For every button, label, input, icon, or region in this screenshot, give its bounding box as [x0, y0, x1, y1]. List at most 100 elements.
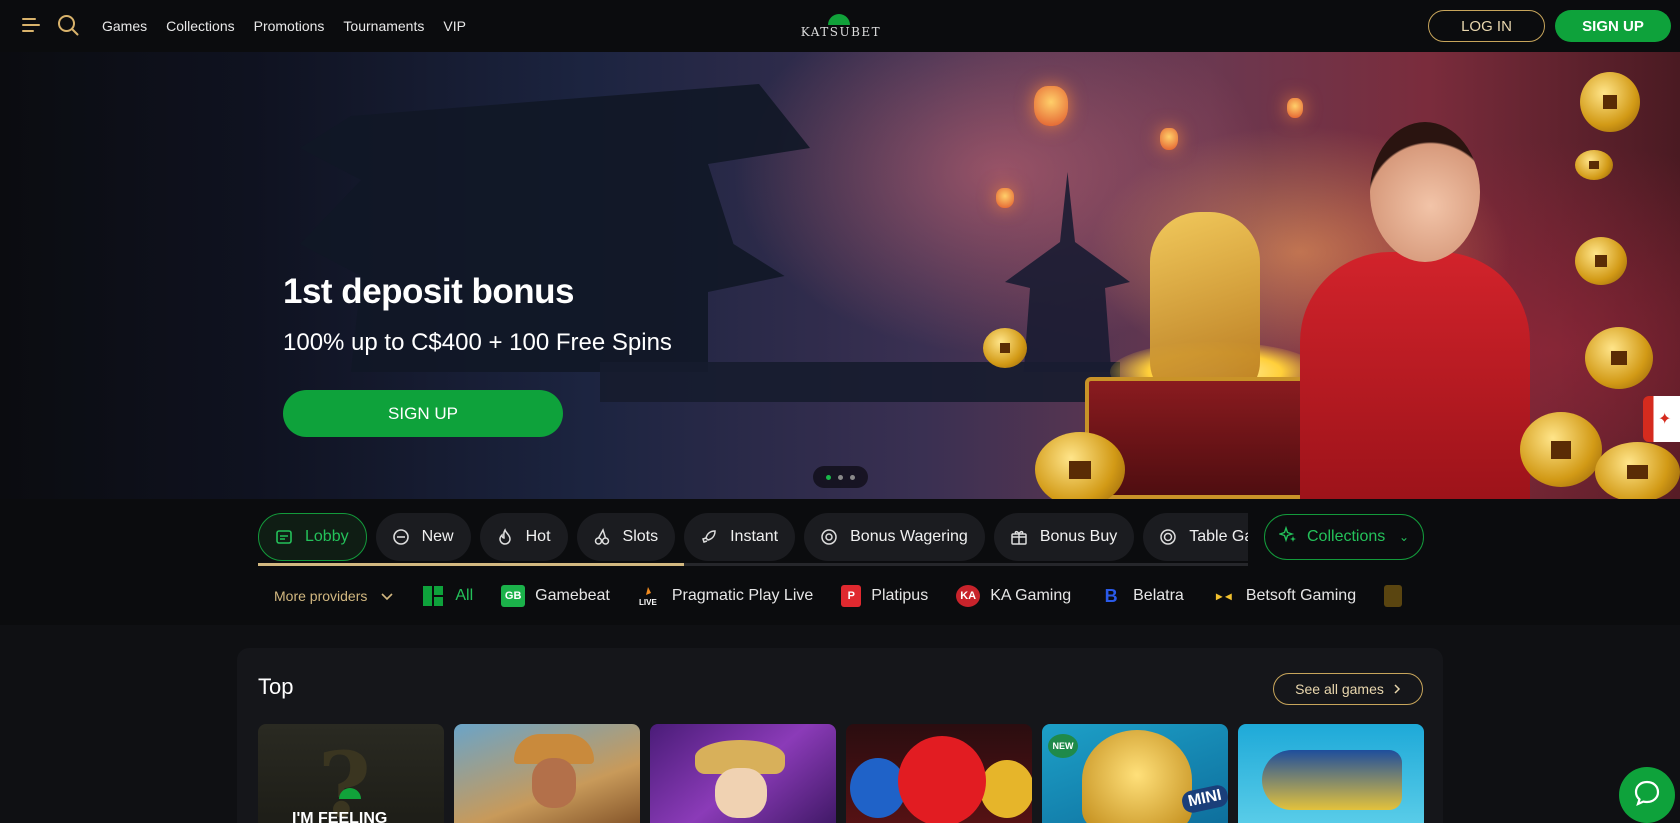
lantern-decoration: [1287, 98, 1303, 118]
slide-dot[interactable]: [850, 474, 855, 480]
provider-platipus[interactable]: P Platipus: [841, 585, 928, 607]
new-badge: NEW: [1048, 734, 1078, 758]
main-nav: Games Collections Promotions Tournaments…: [102, 0, 466, 52]
tab-label: New: [421, 528, 454, 545]
provider-label: Platipus: [871, 587, 929, 604]
provider-strip: More providers All GB Gamebeat LIVE Prag…: [274, 579, 1414, 613]
hero-signup-button[interactable]: SIGN UP: [283, 390, 563, 437]
platipus-logo-icon: P: [841, 585, 862, 607]
game-card[interactable]: [846, 724, 1032, 823]
fire-icon: [495, 527, 515, 547]
provider-pragmatic-play-live[interactable]: LIVE Pragmatic Play Live: [638, 585, 813, 607]
chevron-down-icon: [381, 588, 393, 604]
svg-text:LIVE: LIVE: [639, 598, 657, 607]
tab-new[interactable]: New: [375, 513, 471, 561]
search-icon[interactable]: [57, 14, 79, 36]
tab-slots[interactable]: Slots: [576, 513, 676, 561]
tabs-scroll-indicator[interactable]: [258, 563, 1248, 566]
nav-collections[interactable]: Collections: [166, 18, 234, 34]
slide-dot[interactable]: [838, 474, 843, 480]
slide-dot[interactable]: [826, 474, 831, 480]
nav-vip[interactable]: VIP: [443, 18, 466, 34]
see-all-games-button[interactable]: See all games: [1273, 673, 1423, 705]
canada-flag-icon[interactable]: [1643, 396, 1680, 442]
coin-decoration: [1575, 150, 1613, 180]
provider-betsoft-gaming[interactable]: ▸ ◂ Betsoft Gaming: [1212, 585, 1356, 607]
sparkle-icon: [1277, 525, 1297, 549]
site-logo[interactable]: KATSUBET: [798, 14, 884, 40]
tab-instant[interactable]: Instant: [684, 513, 796, 561]
game-art: [980, 760, 1032, 818]
provider-label: All: [455, 587, 474, 604]
hero-subtitle: 100% up to C$400 + 100 Free Spins: [283, 329, 672, 356]
game-art: [898, 736, 986, 823]
provider-logo-icon: [1384, 585, 1403, 607]
rocket-icon: [699, 527, 719, 547]
provider-all[interactable]: All: [421, 585, 473, 607]
hero-banner: 1st deposit bonus 100% up to C$400 + 100…: [0, 52, 1680, 499]
section-title: Top: [258, 674, 294, 699]
game-art: [715, 768, 767, 818]
provider-label: Betsoft Gaming: [1245, 587, 1357, 604]
grid-icon: [421, 585, 445, 607]
tab-label: Hot: [525, 528, 551, 545]
tab-label: Bonus Wagering: [850, 528, 968, 545]
tab-label: Table Games: [1189, 528, 1248, 545]
provider-gamebeat[interactable]: GB Gamebeat: [501, 585, 610, 607]
tab-bonus-buy[interactable]: Bonus Buy: [993, 513, 1135, 561]
cherries-icon: [592, 527, 612, 547]
belatra-logo-icon: B: [1104, 585, 1118, 606]
lantern-decoration: [996, 188, 1014, 208]
pragmatic-live-logo-icon: LIVE: [638, 585, 662, 607]
lantern-decoration: [1160, 128, 1178, 150]
chevron-down-icon: ⌄: [1398, 530, 1409, 544]
tab-bonus-wagering[interactable]: Bonus Wagering: [804, 513, 985, 561]
game-card-caption: I'M FEELING: [292, 810, 388, 823]
game-card[interactable]: [650, 724, 836, 823]
login-button[interactable]: LOG IN: [1428, 10, 1545, 42]
tab-lobby[interactable]: Lobby: [258, 513, 367, 561]
tab-table-games[interactable]: Table Games: [1143, 513, 1248, 561]
game-card[interactable]: [454, 724, 640, 823]
category-bar: Lobby New Hot Slots Instant Bonus Wageri…: [0, 499, 1680, 625]
game-card-feeling-lucky[interactable]: ? I'M FEELING: [258, 724, 444, 823]
collections-label: Collections: [1307, 528, 1386, 545]
nav-promotions[interactable]: Promotions: [254, 18, 325, 34]
nav-games[interactable]: Games: [102, 18, 147, 34]
games-row: ? I'M FEELING NEW MINI: [258, 724, 1424, 823]
character-illustration: [1300, 252, 1530, 499]
more-providers-dropdown[interactable]: More providers: [274, 588, 393, 604]
tab-label: Slots: [622, 528, 659, 545]
coin-decoration: [983, 328, 1027, 368]
new-icon: [391, 527, 411, 547]
more-providers-label: More providers: [274, 588, 368, 604]
nav-tournaments[interactable]: Tournaments: [343, 18, 424, 34]
menu-icon[interactable]: [22, 17, 40, 33]
slider-pagination: [813, 466, 868, 488]
collections-dropdown[interactable]: Collections ⌄: [1264, 514, 1424, 560]
target-icon: [819, 527, 839, 547]
provider-belatra[interactable]: B Belatra: [1099, 585, 1184, 607]
gamebeat-logo-icon: GB: [501, 585, 526, 607]
provider-label: Belatra: [1133, 587, 1184, 604]
chevron-right-icon: [1394, 681, 1401, 697]
provider-ka-gaming[interactable]: KA KA Gaming: [956, 585, 1071, 607]
provider-label: Gamebeat: [535, 587, 610, 604]
see-all-label: See all games: [1295, 681, 1384, 697]
coin-decoration: [1575, 237, 1627, 285]
tab-label: Bonus Buy: [1039, 528, 1118, 545]
coin-decoration: [1580, 72, 1640, 132]
tab-hot[interactable]: Hot: [479, 513, 568, 561]
character-head-illustration: [1370, 122, 1480, 262]
lobby-icon: [274, 527, 294, 547]
live-chat-button[interactable]: [1619, 767, 1675, 823]
signup-button[interactable]: SIGN UP: [1555, 10, 1671, 42]
game-card[interactable]: NEW MINI: [1042, 724, 1228, 823]
pagoda-illustration: [300, 84, 810, 372]
tab-label: Instant: [730, 528, 779, 545]
game-art: [1082, 730, 1192, 823]
tabs-scroll-thumb[interactable]: [258, 563, 684, 566]
lantern-decoration: [1034, 86, 1068, 126]
game-card[interactable]: [1238, 724, 1424, 823]
provider-next-partial[interactable]: [1384, 585, 1403, 607]
